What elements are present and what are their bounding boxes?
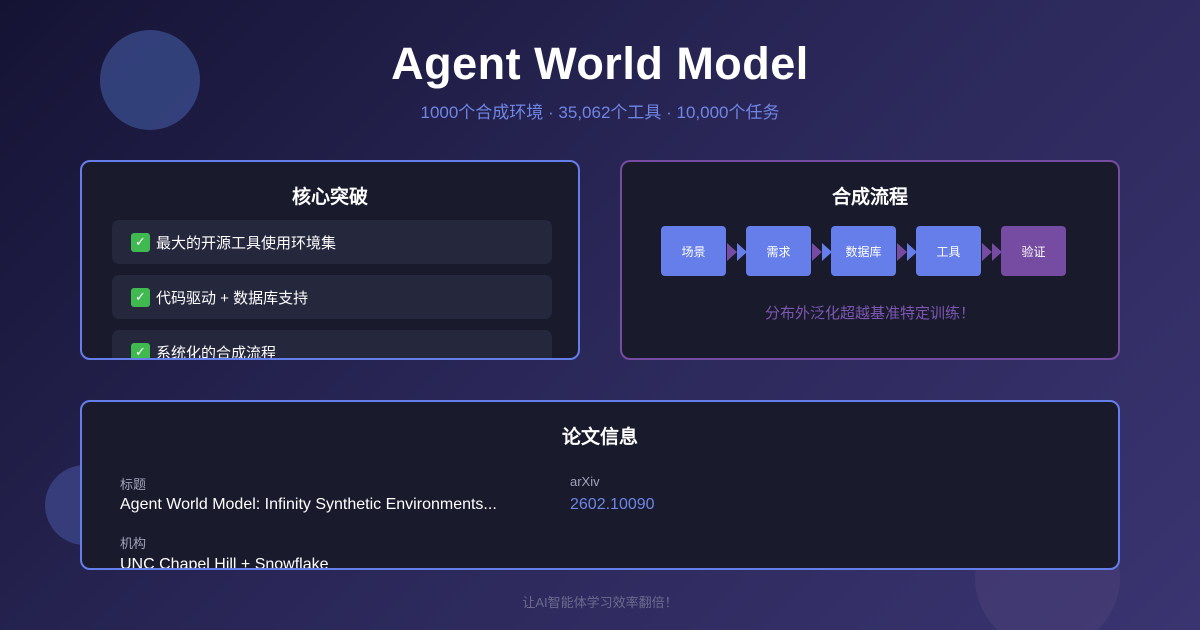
arxiv-label: arXiv (570, 474, 600, 489)
checkmark-icon: ✓ (131, 342, 150, 358)
pipeline-note: 分布外泛化超越基准特定训练！ (764, 305, 975, 322)
pipeline-step-scenario: 场景 (661, 226, 726, 276)
arrow-right-icon (812, 243, 832, 261)
checkmark-icon: ✓ (131, 287, 150, 307)
page-title: Agent World Model (391, 38, 809, 89)
org-value: UNC Chapel Hill + Snowflake (120, 556, 329, 570)
pipeline-step-requirement: 需求 (746, 226, 811, 276)
org-label: 机构 (120, 536, 147, 551)
breakthroughs-title: 核心突破 (291, 187, 368, 208)
feature-item: ✓ 代码驱动 + 数据库支持 (112, 275, 552, 319)
arrow-right-icon (982, 243, 1002, 261)
arrow-right-icon (897, 243, 917, 261)
pipeline-title: 合成流程 (831, 187, 908, 208)
paper-title-value: Agent World Model: Infinity Synthetic En… (120, 496, 497, 513)
checkmark-icon: ✓ (131, 232, 150, 252)
breakthroughs-card: 核心突破 ✓ 最大的开源工具使用环境集 ✓ 代码驱动 + 数据库支持 ✓ 系统化… (80, 160, 580, 360)
feature-label: 代码驱动 + 数据库支持 (156, 289, 309, 307)
pipeline-step-database: 数据库 (831, 226, 896, 276)
pipeline-step-verify: 验证 (1001, 226, 1066, 276)
feature-item: ✓ 系统化的合成流程 (112, 330, 552, 360)
paper-title-label: 标题 (120, 477, 147, 492)
pipeline-card: 合成流程 场景 需求 数据库 工具 验证 分布外泛化超越基准特定训练！ (620, 160, 1120, 360)
paper-info-title: 论文信息 (561, 427, 638, 448)
feature-item: ✓ 最大的开源工具使用环境集 (112, 220, 552, 264)
arrow-right-icon (727, 243, 747, 261)
feature-label: 最大的开源工具使用环境集 (156, 234, 337, 252)
page-subtitle: 1000个合成环境 · 35,062个工具 · 10,000个任务 (420, 103, 780, 122)
paper-info-card: 论文信息 标题 Agent World Model: Infinity Synt… (80, 400, 1120, 570)
feature-label: 系统化的合成流程 (156, 344, 277, 360)
footer-tagline: 让AI智能体学习效率翻倍！ (522, 595, 678, 610)
arxiv-link[interactable]: 2602.10090 (570, 496, 655, 514)
pipeline-step-tools: 工具 (916, 226, 981, 276)
